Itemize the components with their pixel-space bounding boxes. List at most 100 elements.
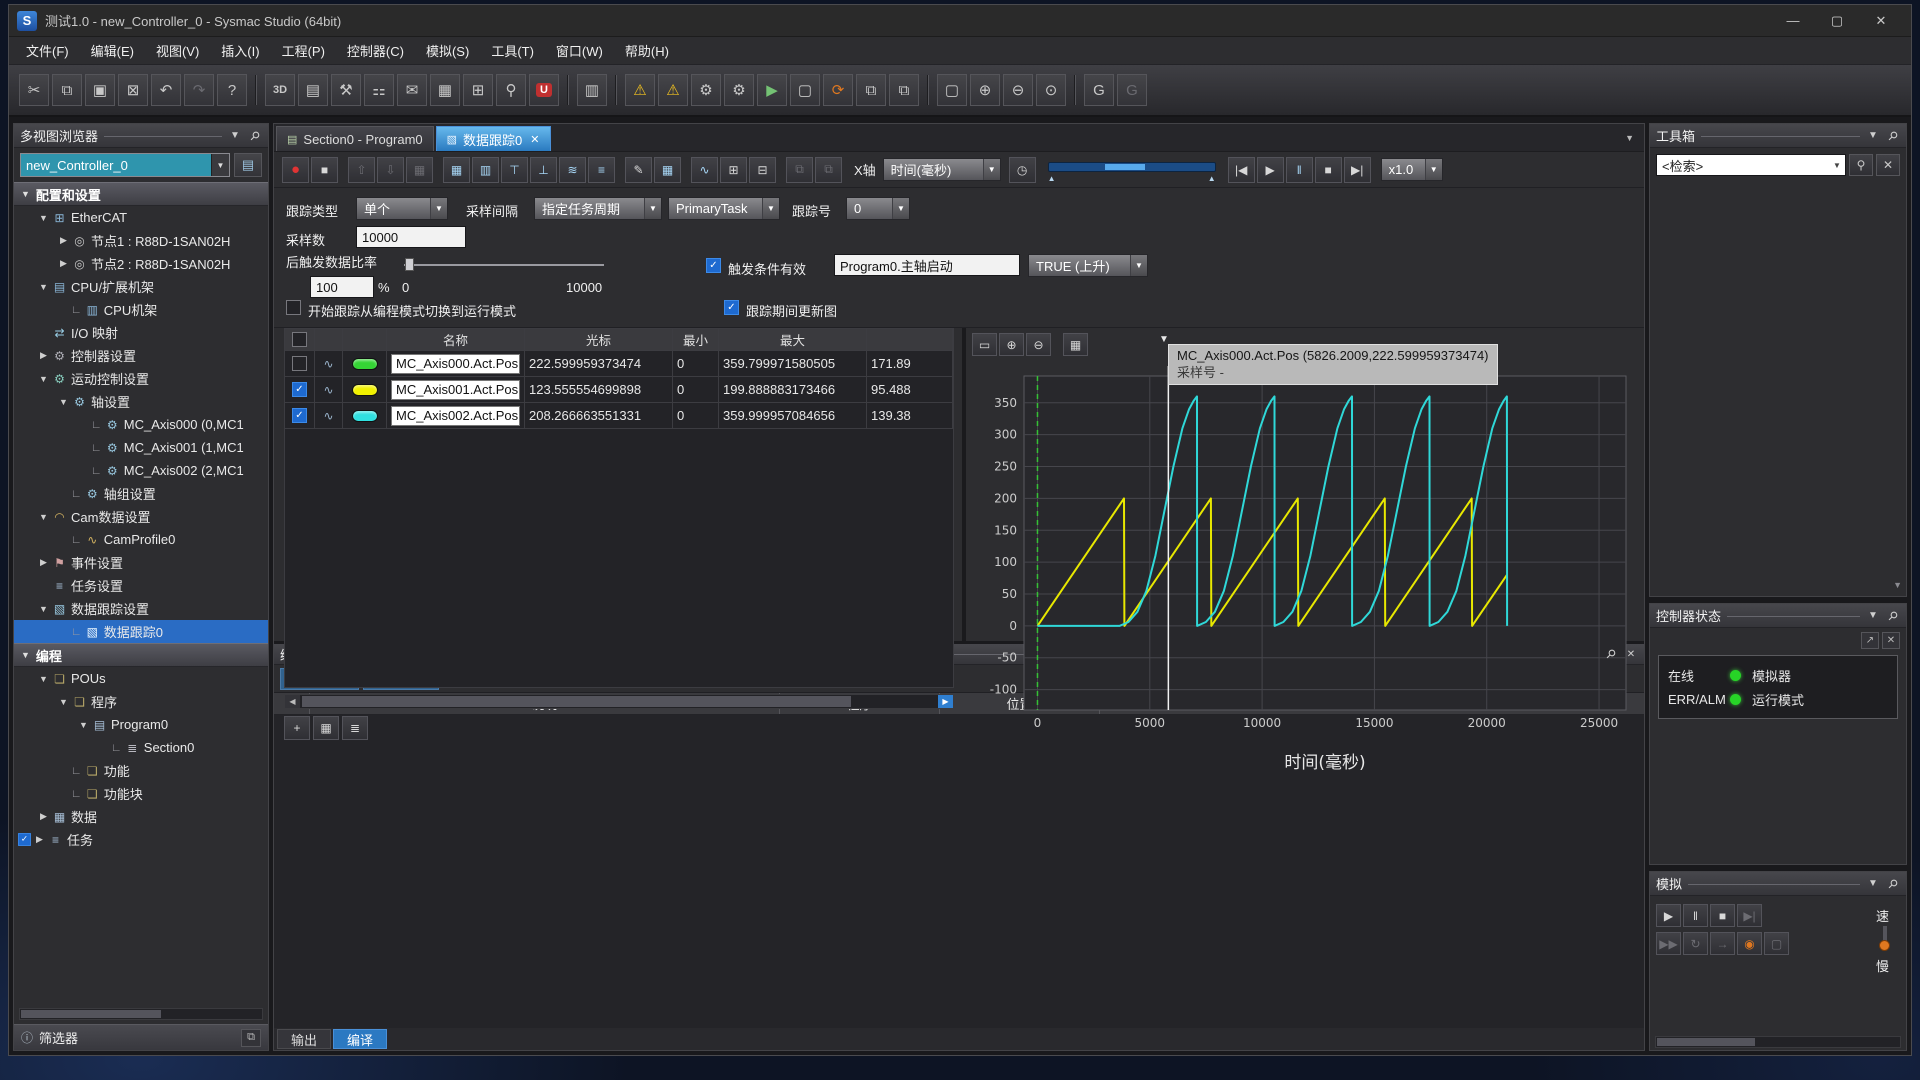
expander-icon[interactable]: ▶ <box>36 350 51 361</box>
scroll-left-icon[interactable]: ◀ <box>285 695 300 708</box>
expander-icon[interactable]: ▶ <box>36 557 51 568</box>
update-during-trace-checkbox[interactable]: ✓ <box>724 300 739 315</box>
expander-icon[interactable]: ▼ <box>36 604 51 614</box>
legend-button[interactable]: ≣ <box>342 716 368 740</box>
zoom-in-button[interactable]: ⊕ <box>970 74 1000 106</box>
tree-item-事件设置[interactable]: ▶⚑事件设置 <box>14 551 268 574</box>
tree-item-数据跟踪0[interactable]: ∟▧数据跟踪0 <box>14 620 268 643</box>
tree-item-Program0[interactable]: ▼▤Program0 <box>14 713 268 736</box>
close-button[interactable]: ✕ <box>1859 6 1903 36</box>
chevron-down-icon[interactable]: ▼ <box>228 130 242 141</box>
explorer-hscrollbar[interactable] <box>19 1008 263 1020</box>
help-button[interactable]: ? <box>217 74 247 106</box>
tree-item-功能[interactable]: ∟❏功能 <box>14 759 268 782</box>
menu-控制器(C)[interactable]: 控制器(C) <box>336 37 415 64</box>
cut-button[interactable]: ✂ <box>19 74 49 106</box>
expander-icon[interactable]: ▼ <box>36 374 51 384</box>
sim-pause-button[interactable]: ‖ <box>1683 904 1708 927</box>
expander-icon[interactable]: ▶ <box>56 235 71 246</box>
watch-window-button[interactable]: ▥ <box>577 74 607 106</box>
check-all-programs-button[interactable]: ⚙ <box>691 74 721 106</box>
controller-view-button[interactable]: ▤ <box>234 153 262 177</box>
remove-graph-button[interactable]: ⊟ <box>749 157 776 183</box>
security-button[interactable]: U <box>529 74 559 106</box>
stop-simulation-button[interactable]: ▢ <box>790 74 820 106</box>
save-trace-button[interactable]: ▦ <box>406 157 433 183</box>
expander-icon[interactable]: ▼ <box>36 674 51 684</box>
pin-icon[interactable]: ⚲ <box>1883 874 1903 894</box>
tree-item-任务设置[interactable]: ≡任务设置 <box>14 574 268 597</box>
toolbox-search-input[interactable]: <检索> ▼ <box>1656 154 1846 176</box>
chevron-down-icon[interactable]: ▼ <box>1829 161 1845 170</box>
tree-item-MC_Axis001 (1,MC1[interactable]: ∟⚙MC_Axis001 (1,MC1 <box>14 436 268 459</box>
reset-button[interactable]: ⟳ <box>823 74 853 106</box>
tab-数据跟踪0[interactable]: ▧数据跟踪0✕ <box>436 126 551 151</box>
sim-step-button[interactable]: ▶| <box>1737 904 1762 927</box>
pin-icon[interactable]: ⚲ <box>245 126 265 146</box>
upload-trace-button[interactable]: ⇧ <box>348 157 375 183</box>
sim-step-in-button[interactable]: → <box>1710 932 1735 955</box>
expander-icon[interactable]: ▼ <box>36 213 51 223</box>
seek-end-marker[interactable]: ▲ <box>1208 174 1216 183</box>
scrollbar-thumb[interactable] <box>1657 1038 1755 1046</box>
toolbox-content[interactable]: ▼ <box>1650 182 1906 596</box>
pin-icon[interactable]: ⚲ <box>1883 126 1903 146</box>
tree-item-EtherCAT[interactable]: ▼⊞EtherCAT <box>14 206 268 229</box>
variable-name-input[interactable]: MC_Axis001.Act.Pos <box>391 380 520 400</box>
tab-list-button[interactable]: ▼ <box>1617 133 1642 143</box>
chevron-down-icon[interactable]: ▼ <box>211 154 229 176</box>
sim-run-button[interactable]: ▶ <box>1656 904 1681 927</box>
trigger-enable-checkbox[interactable]: ✓ <box>706 258 721 273</box>
chevron-down-icon[interactable]: ▼ <box>1866 610 1880 621</box>
bottom-tab-输出[interactable]: 输出 <box>277 1029 331 1049</box>
controller-selector[interactable]: new_Controller_0 ▼ <box>20 153 230 177</box>
variable-name-input[interactable]: MC_Axis002.Act.Pos <box>391 406 520 426</box>
show-table-button[interactable]: ▦ <box>654 157 681 183</box>
show-values-button[interactable]: ▥ <box>472 157 499 183</box>
mail-button[interactable]: ✉ <box>397 74 427 106</box>
check-selected-programs-button[interactable]: ⚙ <box>724 74 754 106</box>
x-axis-dropdown[interactable]: 时间(毫秒) ▼ <box>883 158 1001 181</box>
run-simulation-button[interactable]: ▶ <box>757 74 787 106</box>
menu-模拟(S)[interactable]: 模拟(S) <box>415 37 480 64</box>
tree-item-MC_Axis000 (0,MC1[interactable]: ∟⚙MC_Axis000 (0,MC1 <box>14 413 268 436</box>
maximize-button[interactable]: ▢ <box>1815 6 1859 36</box>
scroll-right-icon[interactable]: ▶ <box>938 695 953 708</box>
stack-graphs-button[interactable]: ≡ <box>588 157 615 183</box>
tree-item-数据跟踪设置[interactable]: ▼▧数据跟踪设置 <box>14 597 268 620</box>
rebuild-button[interactable]: ⚠ <box>658 74 688 106</box>
trace-chart[interactable]: 0500010000150002000025000-100-5005010015… <box>970 362 1646 782</box>
expander-icon[interactable]: ▶ <box>56 258 71 269</box>
show-grid-button[interactable]: ▦ <box>443 157 470 183</box>
expander-icon[interactable]: ▼ <box>36 282 51 292</box>
tree-item-节点2 : R88D-1SAN02H[interactable]: ▶◎节点2 : R88D-1SAN02H <box>14 252 268 275</box>
tools-button[interactable]: ⚒ <box>331 74 361 106</box>
tree-item-程序[interactable]: ▼❏程序 <box>14 690 268 713</box>
overlay-graphs-button[interactable]: ≋ <box>559 157 586 183</box>
trigger-condition-dropdown[interactable]: TRUE (上升)▼ <box>1028 254 1148 277</box>
io-table-button[interactable]: ⊞ <box>463 74 493 106</box>
select-region-button[interactable]: ▭ <box>972 333 997 356</box>
menu-工程(P)[interactable]: 工程(P) <box>271 37 336 64</box>
chevron-down-icon[interactable]: ▼ <box>1866 130 1880 141</box>
time-display-button[interactable]: ◷ <box>1009 157 1036 183</box>
trace-number-dropdown[interactable]: 0▼ <box>846 197 910 220</box>
jump-to-end-button[interactable]: ▶| <box>1344 157 1371 183</box>
window-layout-b-button[interactable]: ⧉ <box>889 74 919 106</box>
plot-variable-checkbox[interactable]: ✓ <box>292 408 307 423</box>
layout-horizontal-button[interactable]: ⧉ <box>786 157 813 183</box>
tree-item-CPU机架[interactable]: ∟▥CPU机架 <box>14 298 268 321</box>
tree-item-MC_Axis002 (2,MC1[interactable]: ∟⚙MC_Axis002 (2,MC1 <box>14 459 268 482</box>
horizontal-cursor-button[interactable]: ⊥ <box>530 157 557 183</box>
menu-视图(V)[interactable]: 视图(V) <box>145 37 210 64</box>
select-all-checkbox[interactable] <box>292 332 307 347</box>
add-variable-button[interactable]: + <box>284 716 310 740</box>
pin-icon[interactable]: ⚲ <box>1883 606 1903 626</box>
detach-icon[interactable]: ↗ <box>1861 632 1879 649</box>
start-on-run-checkbox[interactable] <box>286 300 301 315</box>
select-frame-button[interactable]: ▢ <box>937 74 967 106</box>
undo-button[interactable]: ↶ <box>151 74 181 106</box>
chevron-down-icon[interactable]: ▼ <box>1866 878 1880 889</box>
tree-item-轴组设置[interactable]: ∟⚙轴组设置 <box>14 482 268 505</box>
expander-icon[interactable]: ▼ <box>36 512 51 522</box>
